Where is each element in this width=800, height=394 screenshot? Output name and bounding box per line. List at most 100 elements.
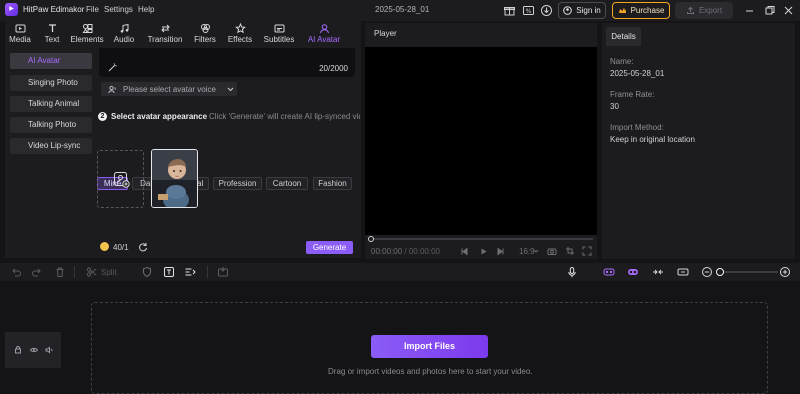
zoom-slider-handle[interactable] bbox=[716, 268, 724, 276]
fit-timeline-icon[interactable] bbox=[652, 266, 664, 278]
voice-select[interactable]: Please select avatar voice bbox=[101, 82, 237, 96]
toolbar-divider bbox=[207, 266, 208, 278]
tab-transition[interactable]: Transition bbox=[142, 23, 188, 47]
add-text-icon[interactable] bbox=[163, 266, 175, 278]
drop-zone[interactable]: Import Files Drag or import videos and p… bbox=[91, 302, 768, 394]
avatar-thumbnail[interactable] bbox=[151, 149, 198, 208]
microphone-icon[interactable] bbox=[566, 266, 578, 278]
gift-icon[interactable] bbox=[503, 4, 516, 17]
zoom-in-icon[interactable] bbox=[779, 266, 791, 278]
undo-icon[interactable] bbox=[10, 266, 22, 278]
purchase-button[interactable]: Purchase bbox=[612, 2, 670, 19]
refresh-icon[interactable] bbox=[138, 242, 148, 252]
tab-effects[interactable]: Effects bbox=[222, 23, 258, 47]
sidebar-item-ai-avatar[interactable]: AI Avatar bbox=[10, 53, 92, 69]
sign-in-label: Sign in bbox=[576, 6, 601, 15]
magic-wand-icon[interactable] bbox=[107, 62, 118, 73]
delete-icon[interactable] bbox=[54, 266, 66, 278]
crop-icon[interactable] bbox=[565, 246, 575, 256]
media-toolbar: Media Text Elements Audio Transition Fil… bbox=[5, 21, 361, 48]
video-track-header bbox=[5, 332, 61, 368]
progress-handle[interactable] bbox=[368, 236, 374, 242]
previous-frame-icon[interactable] bbox=[460, 247, 469, 256]
magnet-snap-icon[interactable] bbox=[627, 266, 639, 278]
split-label[interactable]: Split bbox=[101, 268, 117, 277]
download-icon[interactable] bbox=[540, 4, 553, 17]
baby-avatar-image bbox=[152, 150, 197, 207]
export-button[interactable]: Export bbox=[675, 2, 733, 19]
maximize-icon[interactable] bbox=[763, 4, 776, 17]
step-number-badge: 2 bbox=[98, 112, 107, 121]
aspect-chevron-icon bbox=[533, 249, 539, 253]
sidebar-item-talking-animal[interactable]: Talking Animal bbox=[10, 96, 92, 112]
time-current: 00:00:00 bbox=[371, 247, 403, 256]
menu-help[interactable]: Help bbox=[138, 5, 154, 14]
upload-avatar-tile[interactable] bbox=[97, 150, 144, 208]
timeline-toolbar: Split bbox=[0, 263, 800, 281]
link-clips-icon[interactable] bbox=[603, 266, 615, 278]
close-icon[interactable] bbox=[782, 4, 795, 17]
shield-icon[interactable] bbox=[141, 266, 153, 278]
split-icon[interactable] bbox=[86, 266, 98, 278]
sidebar-item-video-lip-sync[interactable]: Video Lip-sync bbox=[10, 138, 92, 154]
tab-media[interactable]: Media bbox=[3, 23, 37, 47]
filters-icon bbox=[200, 24, 210, 33]
tab-text[interactable]: Text bbox=[37, 23, 67, 47]
redo-icon[interactable] bbox=[31, 266, 43, 278]
category-fashion[interactable]: Fashion bbox=[313, 177, 352, 190]
tab-filters[interactable]: Filters bbox=[189, 23, 221, 47]
progress-track[interactable] bbox=[371, 238, 593, 240]
import-files-button[interactable]: Import Files bbox=[371, 335, 488, 358]
zoom-slider[interactable] bbox=[716, 271, 778, 273]
char-count: 20/2000 bbox=[319, 64, 348, 73]
auto-subtitle-icon[interactable] bbox=[184, 266, 196, 278]
frame-rate-value: 30 bbox=[610, 102, 619, 111]
video-preview[interactable] bbox=[365, 47, 597, 235]
zoom-out-icon[interactable] bbox=[701, 266, 713, 278]
generate-button[interactable]: Generate bbox=[306, 241, 353, 254]
coin-icon bbox=[100, 242, 109, 251]
track-visibility-icon[interactable] bbox=[30, 346, 38, 354]
voice-icon bbox=[108, 85, 116, 94]
transition-icon bbox=[160, 24, 170, 33]
tab-details[interactable]: Details bbox=[606, 27, 641, 46]
time-total: 00:00:00 bbox=[408, 247, 440, 256]
import-method-label: Import Method: bbox=[610, 123, 664, 132]
script-textarea[interactable]: 20/2000 bbox=[99, 48, 355, 77]
track-settings-icon[interactable] bbox=[677, 266, 689, 278]
tab-elements[interactable]: Elements bbox=[68, 23, 106, 47]
frame-rate-label: Frame Rate: bbox=[610, 90, 655, 99]
ai-avatar-icon bbox=[319, 24, 329, 34]
app-logo-icon: ▶ bbox=[5, 3, 18, 16]
menu-settings[interactable]: Settings bbox=[104, 5, 133, 14]
toolbar-divider bbox=[74, 266, 75, 278]
record-screen-icon[interactable] bbox=[217, 266, 229, 278]
category-cartoon[interactable]: Cartoon bbox=[266, 177, 308, 190]
add-avatar-icon bbox=[114, 172, 130, 188]
track-lock-icon[interactable] bbox=[14, 346, 22, 354]
fullscreen-icon[interactable] bbox=[582, 246, 592, 256]
tab-subtitles[interactable]: Subtitles bbox=[259, 23, 299, 47]
play-icon[interactable] bbox=[479, 247, 488, 256]
sidebar-item-talking-photo[interactable]: Talking Photo bbox=[10, 117, 92, 133]
tab-media-label: Media bbox=[9, 35, 31, 44]
export-label: Export bbox=[698, 6, 723, 15]
tab-elements-label: Elements bbox=[70, 35, 104, 44]
minimize-icon[interactable] bbox=[743, 4, 756, 17]
step-title: Select avatar appearance bbox=[111, 112, 208, 121]
next-frame-icon[interactable] bbox=[496, 247, 505, 256]
category-profession[interactable]: Profession bbox=[213, 177, 262, 190]
tab-audio[interactable]: Audio bbox=[108, 23, 140, 47]
sign-in-button[interactable]: Sign in bbox=[558, 2, 606, 19]
sidebar-item-singing-photo[interactable]: Singing Photo bbox=[10, 75, 92, 91]
menu-file[interactable]: File bbox=[86, 5, 99, 14]
snapshot-icon[interactable] bbox=[547, 246, 557, 256]
track-mute-icon[interactable] bbox=[45, 346, 53, 354]
text-icon bbox=[48, 24, 56, 32]
user-icon bbox=[563, 6, 573, 15]
tab-ai-avatar[interactable]: AI Avatar bbox=[302, 23, 346, 47]
elements-icon bbox=[82, 24, 92, 33]
effects-icon bbox=[234, 23, 246, 34]
discount-icon[interactable]: % bbox=[522, 4, 535, 17]
player-title: Player bbox=[374, 29, 397, 38]
